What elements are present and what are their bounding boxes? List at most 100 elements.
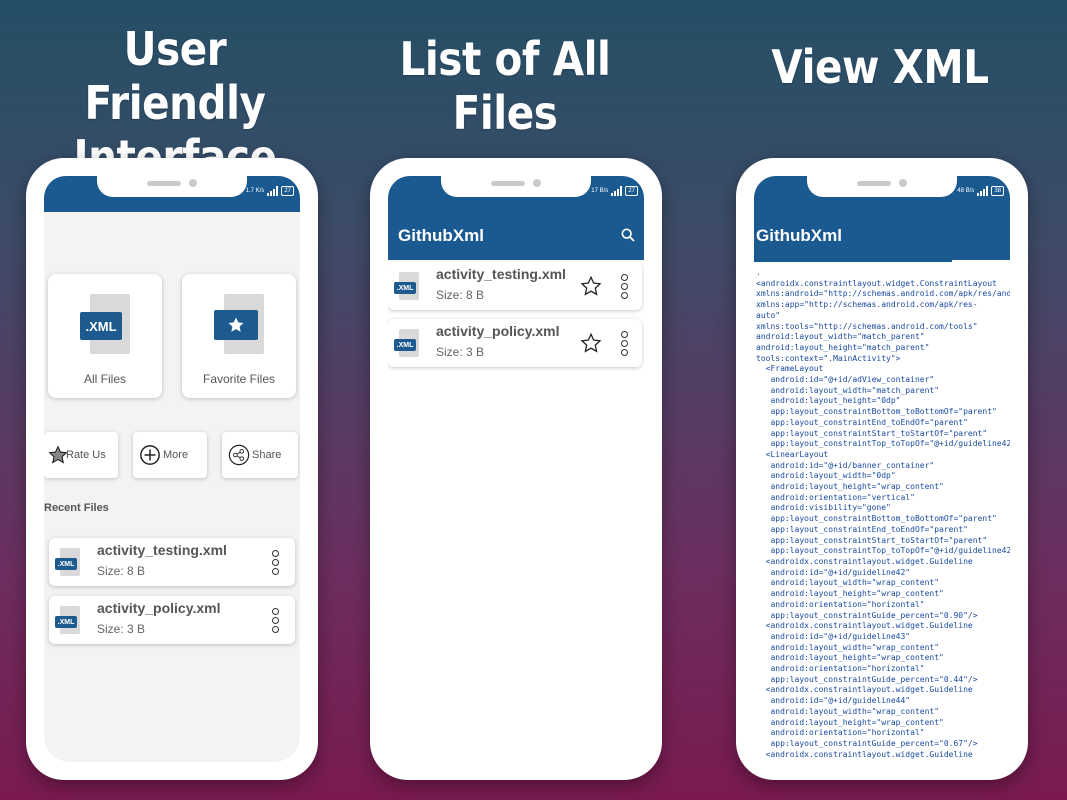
file-name: activity_testing.xml [97,542,227,558]
xml-line: app:layout_constraintStart_toStartOf="pa… [756,428,988,438]
status-indicators: 48 B/s 38 [957,186,1004,196]
xml-file-icon: .XML [394,272,422,302]
xml-line: . [756,268,761,277]
xml-line: android:layout_height="0dp" [756,396,901,406]
file-name: activity_policy.xml [97,600,221,616]
xml-line: android:id="@+id/banner_container" [756,460,935,470]
more-vert-icon[interactable] [619,331,629,356]
xml-line: android:layout_height="wrap_content" [756,482,944,492]
rate-us-button[interactable]: Rate Us [44,432,118,478]
more-label: More [163,449,189,461]
file-name: activity_testing.xml [436,266,566,282]
file-list-item[interactable]: .XML activity_policy.xml Size: 3 B [388,319,642,367]
phone-home: 1.7 K/s 27 .XML All Files Favorite Files [26,158,318,780]
plus-circle-icon [140,445,160,465]
xml-file-icon: .XML [394,329,422,359]
status-indicators: 1.7 K/s 27 [246,186,294,196]
xml-line: android:layout_width="wrap_content" [756,578,940,588]
signal-icon [267,186,279,196]
xml-line: <androidx.constraintlayout.widget.Constr… [756,278,997,288]
net-speed: 17 B/s [591,188,609,194]
search-icon[interactable] [620,227,636,243]
net-speed: 48 B/s [957,188,975,194]
xml-line: app:layout_constraintTop_toTopOf="@+id/g… [756,546,1010,556]
star-icon [48,445,68,464]
favorite-files-label: Favorite Files [202,372,276,386]
xml-line: android:layout_height="match_parent" [756,342,930,352]
xml-line: tools:context=".MainActivity"> [756,353,901,363]
xml-line: app:layout_constraintStart_toStartOf="pa… [756,535,988,545]
favorite-files-card[interactable]: Favorite Files [182,274,296,398]
xml-line: android:layout_width="match_parent" [756,385,940,395]
more-button[interactable]: More [133,432,207,478]
xml-line: android:id="@+id/adView_container" [756,375,935,385]
app-title: GithubXml [756,226,842,245]
more-vert-icon[interactable] [270,608,280,633]
star-icon [228,317,244,332]
recent-file-item[interactable]: .XML activity_policy.xml Size: 3 B [49,596,295,644]
xml-line: app:layout_constraintGuide_percent="0.67… [756,738,978,748]
star-icon[interactable] [580,332,602,354]
file-size: Size: 8 B [436,288,485,302]
share-button[interactable]: Share [222,432,298,478]
xml-line: <LinearLayout [756,449,829,459]
app-bar: GithubXml [388,212,644,260]
battery-icon: 27 [281,186,294,196]
xml-line: app:layout_constraintGuide_percent="0.90… [756,610,978,620]
star-icon[interactable] [580,275,602,297]
more-vert-icon[interactable] [270,550,280,575]
xml-line: android:layout_width="match_parent" [756,332,925,342]
xml-line: <FrameLayout [756,364,824,374]
xml-line: android:layout_height="wrap_content" [756,717,944,727]
xml-line: android:visibility="gone" [756,503,891,513]
notch [807,176,957,197]
xml-file-icon: .XML [55,606,83,636]
all-files-card[interactable]: .XML All Files [48,274,162,398]
xml-file-icon: .XML [55,548,83,578]
xml-line: <androidx.constraintlayout.widget.Guidel… [756,556,973,566]
xml-line: <androidx.constraintlayout.widget.Guidel… [756,749,973,759]
net-speed: 1.7 K/s [245,188,265,194]
xml-line: app:layout_constraintGuide_percent="0.44… [756,674,978,684]
recent-files-title: Recent Files [44,502,109,514]
all-files-label: All Files [83,372,126,386]
more-vert-icon[interactable] [619,274,629,299]
title-underline [754,260,952,262]
xml-line: android:orientation="vertical" [756,492,915,502]
xml-content[interactable]: . <androidx.constraintlayout.widget.Const… [754,264,1010,762]
xml-line: app:layout_constraintTop_toTopOf="@+id/g… [756,439,1010,449]
phone-xml-view: 48 B/s 38 GithubXml . <androidx.constrain… [736,158,1028,780]
home-screen: 1.7 K/s 27 .XML All Files Favorite Files [44,176,300,762]
file-list-screen: 17 B/s 27 GithubXml .XML activity_testin… [388,176,644,762]
xml-line: auto" [756,310,781,320]
xml-line: android:layout_height="wrap_content" [756,589,944,599]
xml-line: android:orientation="horizontal" [756,728,925,738]
xml-line: android:layout_width="wrap_content" [756,642,940,652]
xml-line: android:id="@+id/guideline42" [756,567,911,577]
share-icon [228,444,250,466]
file-size: Size: 8 B [97,564,146,578]
headline-list-files: List of All Files [399,32,611,140]
notch [441,176,591,197]
xml-line: xmlns:android="http://schemas.android.co… [756,289,1010,299]
xml-line: android:orientation="horizontal" [756,664,925,674]
xml-line: android:layout_width="0dp" [756,471,896,481]
favorite-file-icon [214,294,266,354]
battery-icon: 38 [991,186,1004,196]
battery-icon: 27 [625,186,638,196]
share-label: Share [252,449,282,461]
xml-line: <androidx.constraintlayout.widget.Guidel… [756,685,973,695]
xml-line: android:layout_height="wrap_content" [756,653,944,663]
xml-line: android:id="@+id/guideline43" [756,631,911,641]
phone-file-list: 17 B/s 27 GithubXml .XML activity_testin… [370,158,662,780]
xml-view-screen: 48 B/s 38 GithubXml . <androidx.constrain… [754,176,1010,762]
status-bar: 48 B/s 38 [754,176,1010,212]
file-list-item[interactable]: .XML activity_testing.xml Size: 8 B [388,262,642,310]
headline-line-1: User Friendly [84,22,266,130]
file-size: Size: 3 B [436,345,485,359]
signal-icon [611,186,623,196]
rate-us-label: Rate Us [66,449,106,461]
xml-line: android:orientation="horizontal" [756,599,925,609]
recent-file-item[interactable]: .XML activity_testing.xml Size: 8 B [49,538,295,586]
headline-view-xml: View XML [771,40,989,94]
